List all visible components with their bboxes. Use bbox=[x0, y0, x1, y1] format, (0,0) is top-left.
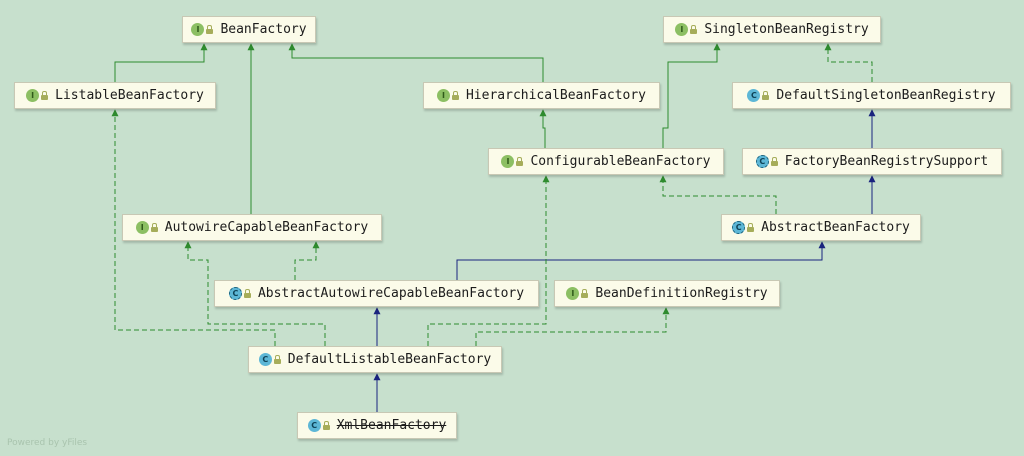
node-listable-bean-factory[interactable]: I ListableBeanFactory bbox=[14, 82, 216, 109]
node-label: SingletonBeanRegistry bbox=[704, 22, 869, 37]
node-abstract-autowire-capable-bean-factory[interactable]: C AbstractAutowireCapableBeanFactory bbox=[214, 280, 539, 307]
node-label: FactoryBeanRegistrySupport bbox=[784, 154, 989, 169]
node-autowire-capable-bean-factory[interactable]: I AutowireCapableBeanFactory bbox=[122, 214, 382, 241]
watermark: Powered by yFiles bbox=[7, 438, 88, 448]
node-label: HierarchicalBeanFactory bbox=[465, 88, 646, 103]
interface-icon: I bbox=[501, 155, 515, 168]
abstract-class-icon: C bbox=[755, 155, 769, 168]
node-singleton-bean-registry[interactable]: I SingletonBeanRegistry bbox=[663, 16, 881, 43]
public-lock-icon bbox=[581, 288, 589, 298]
edge-default-listable-bean-factory-to-configurable-bean-factory bbox=[427, 175, 550, 346]
node-default-singleton-bean-registry[interactable]: C DefaultSingletonBeanRegistry bbox=[732, 82, 1011, 109]
node-label: BeanDefinitionRegistry bbox=[595, 286, 768, 301]
interface-icon: I bbox=[436, 89, 450, 102]
interface-icon: I bbox=[566, 287, 580, 300]
node-label: ListableBeanFactory bbox=[55, 88, 204, 103]
edge-abstract-autowire-capable-bean-factory-to-autowire-capable-bean-factory bbox=[294, 241, 320, 280]
class-icon: C bbox=[747, 89, 761, 102]
interface-icon: I bbox=[135, 221, 149, 234]
public-lock-icon bbox=[273, 354, 281, 364]
public-lock-icon bbox=[150, 222, 158, 232]
class-icon: C bbox=[258, 353, 272, 366]
public-lock-icon bbox=[451, 90, 459, 100]
edge-abstract-bean-factory-to-configurable-bean-factory bbox=[659, 175, 777, 214]
edge-abstract-autowire-capable-bean-factory-to-abstract-bean-factory bbox=[456, 241, 826, 280]
node-bean-factory[interactable]: I BeanFactory bbox=[182, 16, 316, 43]
node-default-listable-bean-factory[interactable]: C DefaultListableBeanFactory bbox=[248, 346, 502, 373]
edge-default-singleton-bean-registry-to-singleton-bean-registry bbox=[824, 43, 873, 82]
edge-hierarchical-bean-factory-to-bean-factory bbox=[288, 43, 544, 82]
node-label: XmlBeanFactory bbox=[336, 418, 447, 433]
node-label: AbstractBeanFactory bbox=[761, 220, 910, 235]
node-label: DefaultSingletonBeanRegistry bbox=[776, 88, 996, 103]
edge-configurable-bean-factory-to-singleton-bean-registry bbox=[662, 43, 721, 148]
interface-icon: I bbox=[675, 23, 689, 36]
node-label: DefaultListableBeanFactory bbox=[287, 352, 492, 367]
public-lock-icon bbox=[690, 24, 698, 34]
public-lock-icon bbox=[41, 90, 49, 100]
node-bean-definition-registry[interactable]: I BeanDefinitionRegistry bbox=[554, 280, 780, 307]
edge-listable-bean-factory-to-bean-factory bbox=[114, 43, 208, 82]
node-label: AutowireCapableBeanFactory bbox=[164, 220, 369, 235]
interface-icon: I bbox=[191, 23, 205, 36]
node-label: BeanFactory bbox=[220, 22, 307, 37]
public-lock-icon bbox=[747, 222, 755, 232]
node-hierarchical-bean-factory[interactable]: I HierarchicalBeanFactory bbox=[423, 82, 660, 109]
public-lock-icon bbox=[322, 420, 330, 430]
public-lock-icon bbox=[243, 288, 251, 298]
edge-default-listable-bean-factory-to-bean-definition-registry bbox=[475, 307, 670, 346]
node-abstract-bean-factory[interactable]: C AbstractBeanFactory bbox=[721, 214, 921, 241]
edge-configurable-bean-factory-to-hierarchical-bean-factory bbox=[539, 109, 547, 148]
node-factory-bean-registry-support[interactable]: C FactoryBeanRegistrySupport bbox=[742, 148, 1002, 175]
public-lock-icon bbox=[770, 156, 778, 166]
node-label: AbstractAutowireCapableBeanFactory bbox=[257, 286, 525, 301]
abstract-class-icon: C bbox=[228, 287, 242, 300]
node-label: ConfigurableBeanFactory bbox=[530, 154, 711, 169]
public-lock-icon bbox=[762, 90, 770, 100]
public-lock-icon bbox=[516, 156, 524, 166]
node-configurable-bean-factory[interactable]: I ConfigurableBeanFactory bbox=[488, 148, 724, 175]
public-lock-icon bbox=[206, 24, 214, 34]
interface-icon: I bbox=[26, 89, 40, 102]
abstract-class-icon: C bbox=[732, 221, 746, 234]
node-xml-bean-factory[interactable]: C XmlBeanFactory bbox=[297, 412, 457, 439]
class-icon: C bbox=[307, 419, 321, 432]
